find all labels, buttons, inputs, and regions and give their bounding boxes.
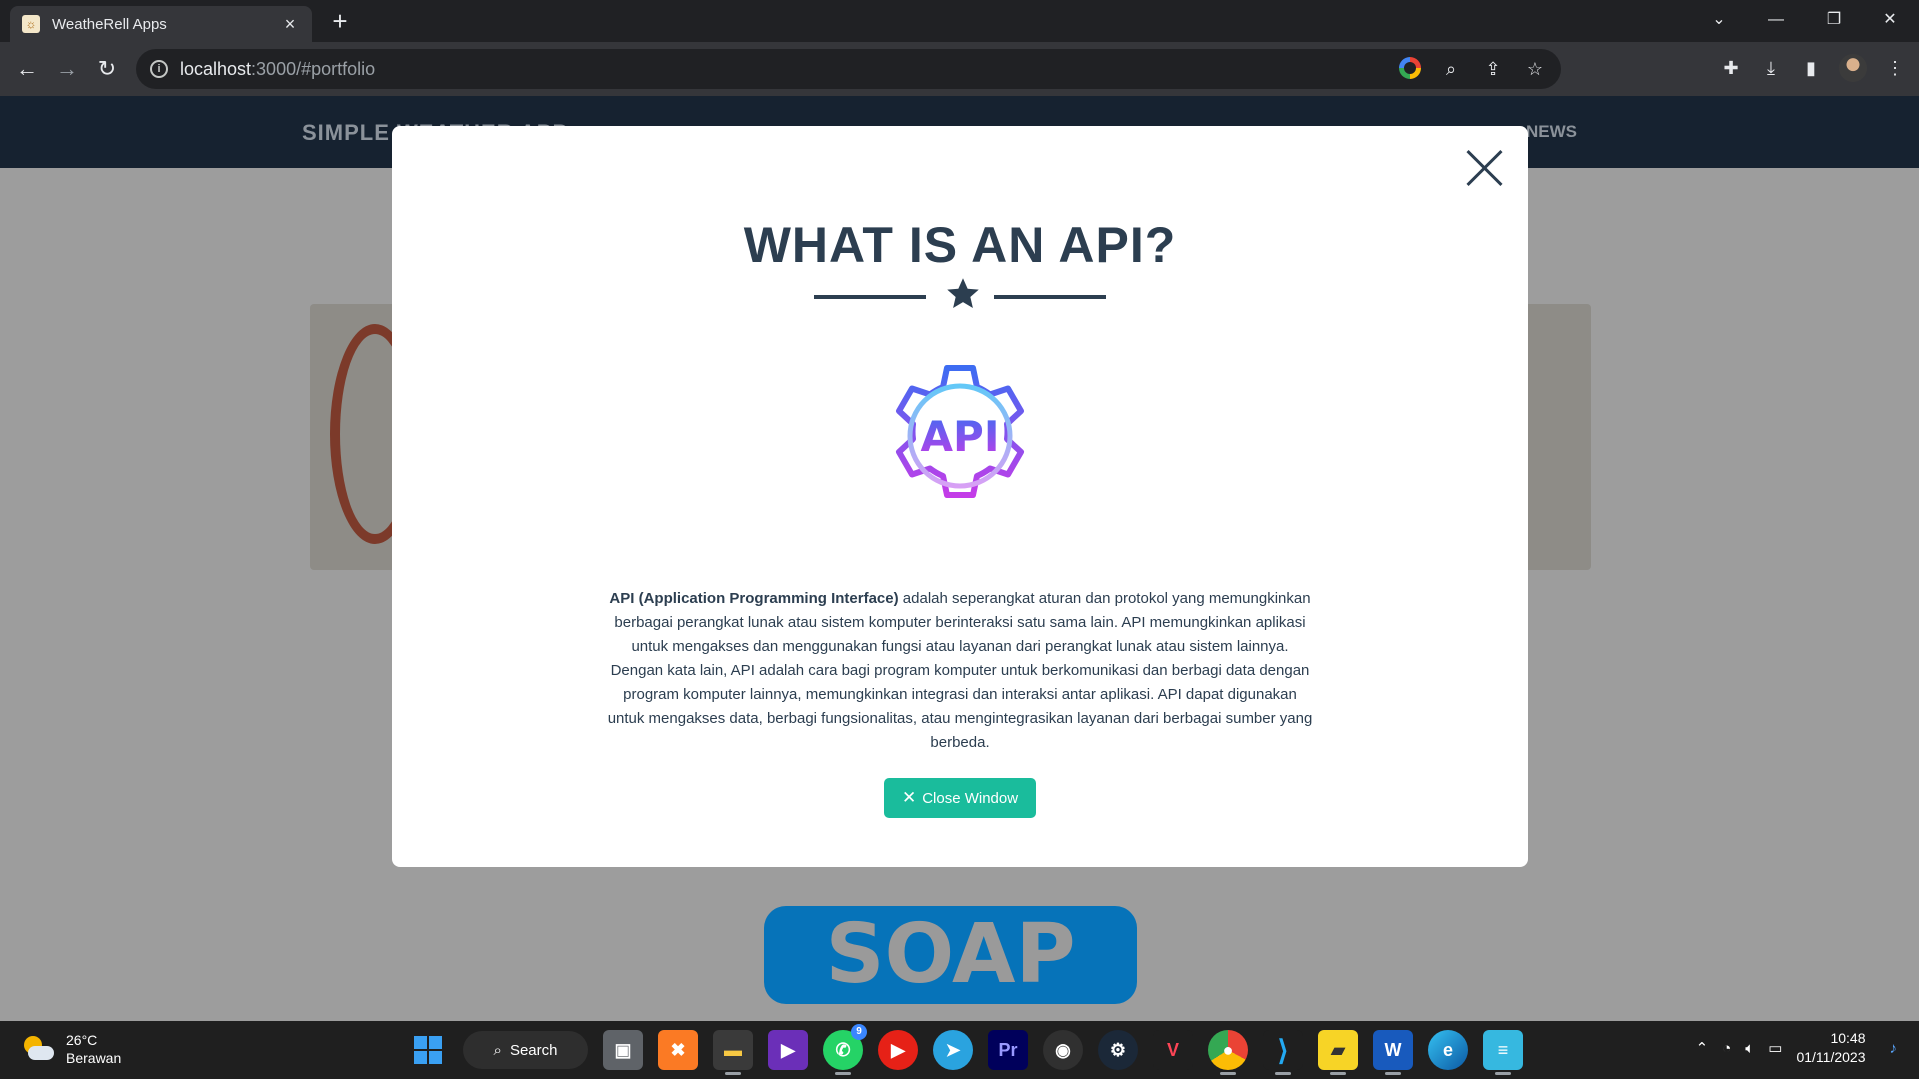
tab-close-icon[interactable]: × (280, 14, 300, 35)
wifi-icon[interactable]: ◔ (1722, 1040, 1731, 1057)
url-host: localhost (180, 58, 252, 79)
notification-bell-icon[interactable]: ♪ (1890, 1040, 1898, 1057)
chrome-icon[interactable]: ● (1208, 1030, 1248, 1075)
vscode-icon[interactable]: ⟩ (1263, 1030, 1303, 1075)
divider-line-right (994, 295, 1106, 299)
window-close-button[interactable]: ✕ (1868, 6, 1912, 34)
modal-close-icon[interactable] (1464, 148, 1504, 188)
zoom-icon[interactable]: ⌕ (1439, 57, 1463, 81)
xampp-icon[interactable]: ✖ (658, 1030, 698, 1070)
tab-title: WeatheRell Apps (52, 15, 167, 33)
chevron-up-icon[interactable]: ⌃ (1696, 1039, 1709, 1057)
modal-description: API (Application Programming Interface) … (606, 587, 1314, 755)
bookmark-star-icon[interactable]: ☆ (1523, 57, 1547, 81)
share-icon[interactable]: ⇪ (1481, 57, 1505, 81)
visual-studio-icon[interactable]: ▶ (768, 1030, 808, 1070)
windows-taskbar: 26°C Berawan ⌕ Search ▣ ✖ ▬ ▶ ✆ 9 ▶ ➤ Pr… (0, 1021, 1919, 1079)
forward-icon[interactable]: → (52, 54, 82, 84)
modal-description-body: adalah seperangkat aturan dan protokol y… (607, 590, 1313, 751)
minimize-button[interactable]: — (1754, 6, 1798, 34)
download-icon[interactable]: ⤓ (1759, 56, 1783, 80)
sticky-notes-icon[interactable]: ▰ (1318, 1030, 1358, 1075)
whatsapp-icon[interactable]: ✆ 9 (823, 1024, 867, 1075)
battery-icon[interactable]: ▭ (1768, 1039, 1782, 1057)
new-tab-button[interactable]: + (325, 7, 355, 37)
nav-link-news[interactable]: NEWS (1526, 122, 1577, 142)
api-modal: WHAT IS AN API? API API (Application Pro… (392, 126, 1528, 867)
close-window-button[interactable]: ✕ Close Window (884, 778, 1036, 818)
weather-description: Berawan (66, 1050, 122, 1066)
steam-icon[interactable]: ⚙ (1098, 1030, 1138, 1070)
windows-logo-icon (414, 1036, 442, 1064)
modal-title: WHAT IS AN API? (743, 217, 1177, 273)
divider-line-left (814, 295, 926, 299)
close-window-label: Close Window (922, 789, 1019, 807)
youtube-music-icon[interactable]: ▶ (878, 1030, 918, 1070)
api-gear-icon: API (896, 365, 1024, 498)
address-bar[interactable]: i localhost :3000/#portfolio ⌕ ⇪ ☆ (136, 49, 1561, 89)
star-icon (947, 278, 979, 308)
close-x-icon: ✕ (901, 788, 917, 807)
extensions-icon[interactable]: ✚ (1719, 56, 1743, 80)
notepad-icon[interactable]: ≡ (1483, 1030, 1523, 1075)
reload-icon[interactable]: ↻ (92, 54, 122, 84)
search-label: Search (509, 1041, 558, 1059)
favicon-icon: ☼ (22, 15, 40, 33)
api-icon-text: API (921, 412, 1000, 461)
file-explorer-icon[interactable]: ▬ (713, 1030, 753, 1075)
weather-widget[interactable]: 26°C Berawan (20, 1031, 121, 1067)
url-path: :3000/#portfolio (251, 58, 376, 79)
side-panel-icon[interactable]: ▮ (1799, 56, 1823, 80)
profile-avatar[interactable] (1839, 54, 1867, 82)
taskbar-apps: ⌕ Search ▣ ✖ ▬ ▶ ✆ 9 ▶ ➤ Pr ◉ ⚙ V ● ⟩ ▰ … (408, 1024, 1523, 1075)
browser-tab[interactable]: ☼ WeatheRell Apps × (10, 6, 312, 42)
browser-toolbar: ← → ↻ i localhost :3000/#portfolio ⌕ ⇪ ☆… (0, 42, 1919, 96)
weather-temperature: 26°C (66, 1032, 98, 1048)
weather-cloud-sun-icon (20, 1034, 54, 1064)
telegram-icon[interactable]: ➤ (933, 1030, 973, 1070)
star-divider (814, 276, 1106, 316)
restore-button[interactable]: ❐ (1812, 6, 1856, 34)
google-lens-icon[interactable] (1399, 57, 1421, 79)
whatsapp-badge: 9 (851, 1024, 867, 1040)
volume-icon[interactable]: 🔈︎ (1745, 1040, 1754, 1057)
obs-icon[interactable]: ◉ (1043, 1030, 1083, 1070)
word-icon[interactable]: W (1373, 1030, 1413, 1075)
tab-search-icon[interactable]: ⌄ (1697, 6, 1741, 34)
taskbar-search[interactable]: ⌕ Search (463, 1031, 588, 1069)
task-view-icon[interactable]: ▣ (603, 1030, 643, 1070)
site-info-icon[interactable]: i (150, 60, 168, 78)
system-tray: ⌃ ◔ 🔈︎ ▭ 10:48 01/11/2023 ♪ (1696, 1029, 1897, 1067)
soap-badge: SOAP (764, 906, 1137, 1004)
modal-description-bold: API (Application Programming Interface) (609, 590, 899, 607)
valorant-icon[interactable]: V (1153, 1030, 1193, 1070)
clock-time: 10:48 (1830, 1030, 1866, 1046)
browser-tabbar: ☼ WeatheRell Apps × + ⌄ — ❐ ✕ (0, 0, 1919, 42)
start-button[interactable] (408, 1030, 448, 1070)
clock-date: 01/11/2023 (1796, 1049, 1866, 1065)
system-clock[interactable]: 10:48 01/11/2023 (1796, 1029, 1865, 1067)
back-icon[interactable]: ← (12, 54, 42, 84)
edge-icon[interactable]: e (1428, 1030, 1468, 1070)
menu-kebab-icon[interactable]: ⋮ (1883, 56, 1907, 80)
search-icon: ⌕ (493, 1041, 502, 1059)
premiere-pro-icon[interactable]: Pr (988, 1030, 1028, 1070)
